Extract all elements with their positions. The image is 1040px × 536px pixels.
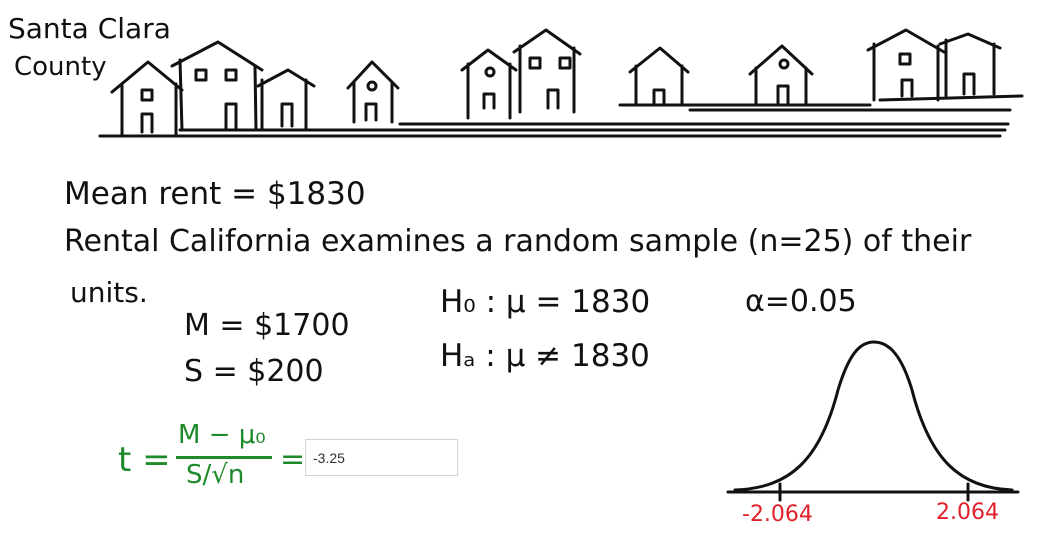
right-critical-value: 2.064 (936, 500, 999, 525)
bell-curve (733, 340, 1014, 492)
t-distribution-curve (726, 340, 1020, 502)
left-critical-value: -2.064 (742, 502, 813, 527)
